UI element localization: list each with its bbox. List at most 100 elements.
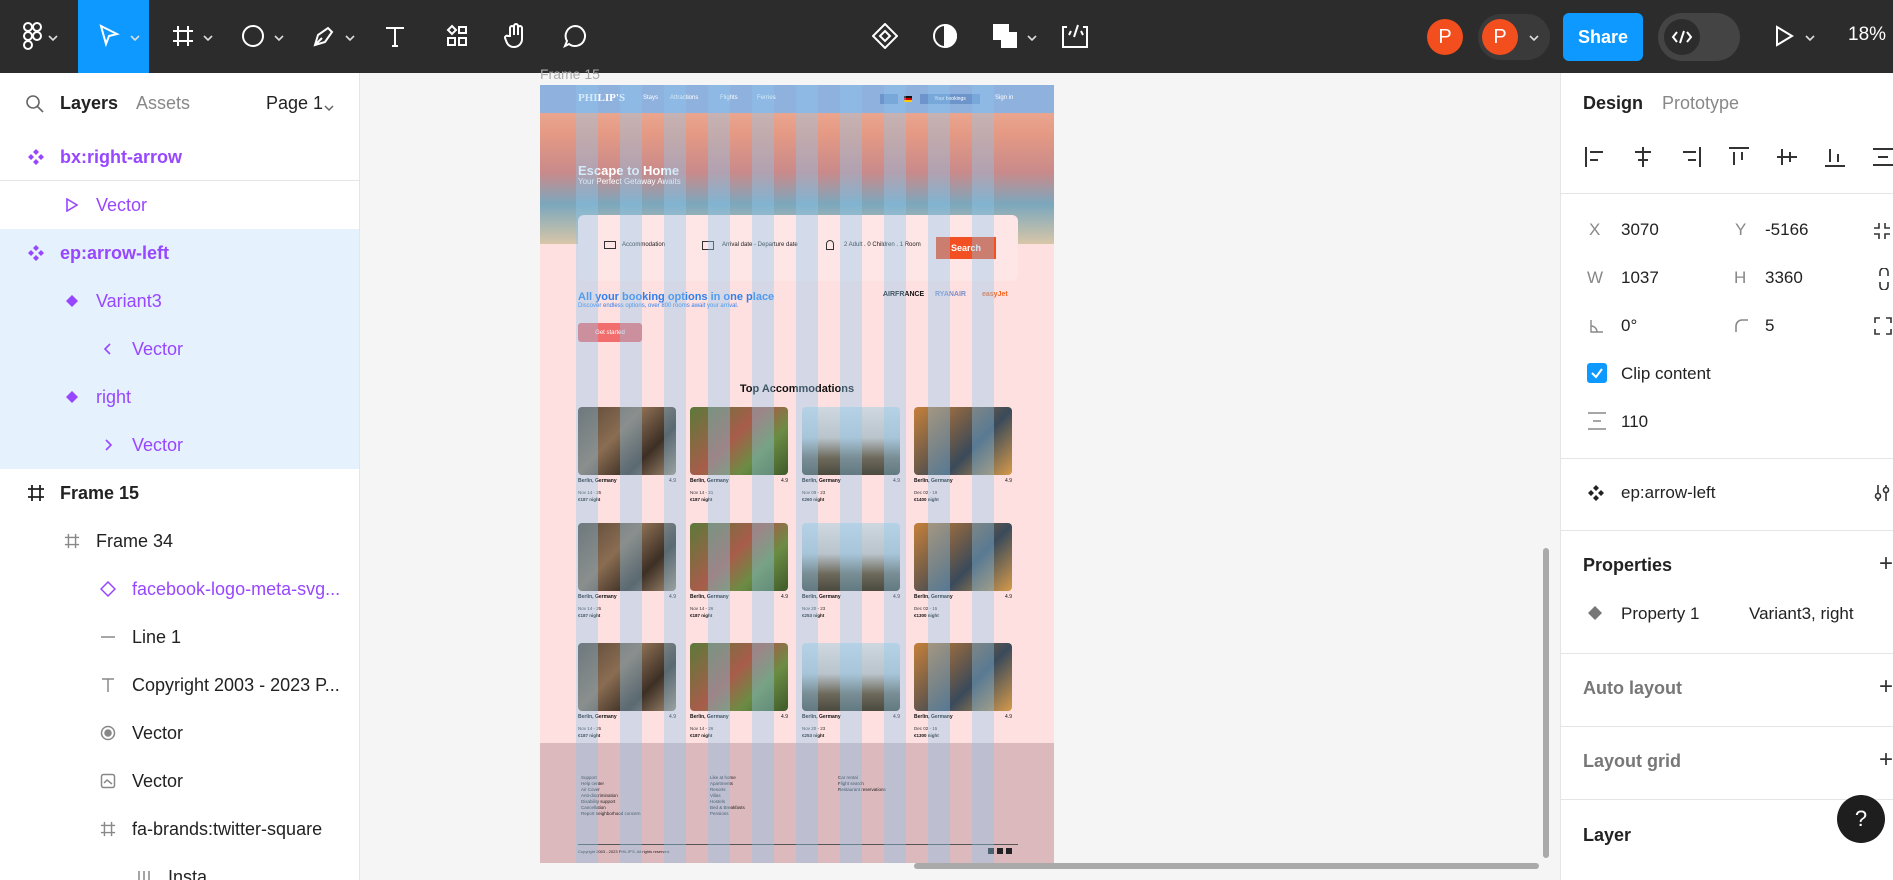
layer-item[interactable]: Vector [0, 181, 359, 229]
y-input[interactable]: -5166 [1765, 220, 1808, 240]
tab-design[interactable]: Design [1583, 93, 1643, 114]
vertical-scrollbar[interactable] [1543, 548, 1549, 858]
add-layout-grid-icon[interactable]: + [1879, 746, 1893, 774]
move-cursor-icon[interactable] [94, 14, 124, 58]
page-selector[interactable]: Page 1 [266, 93, 323, 114]
layer-item[interactable]: facebook-logo-meta-svg... [0, 565, 359, 613]
component-icon [1587, 484, 1605, 507]
hand-tool-icon[interactable] [500, 14, 530, 58]
align-top-icon[interactable] [1727, 145, 1751, 169]
layer-item[interactable]: Vector [0, 325, 359, 373]
layer-item[interactable]: fa-brands:twitter-square [0, 805, 359, 853]
chevron-left-icon [99, 340, 117, 358]
chevron-down-icon[interactable] [1027, 30, 1037, 42]
layer-item[interactable]: Vector [0, 709, 359, 757]
clip-content-checkbox[interactable] [1587, 363, 1607, 383]
frame-icon [63, 532, 81, 550]
frame-icon [99, 820, 117, 838]
share-button[interactable]: Share [1563, 13, 1643, 61]
pen-tool-icon[interactable] [309, 14, 339, 58]
chevron-down-icon[interactable] [130, 30, 140, 42]
spacing-input[interactable]: 110 [1621, 412, 1648, 432]
h-input[interactable]: 3360 [1765, 268, 1803, 288]
constrain-proportions-icon[interactable] [1877, 267, 1891, 295]
frame-name-label[interactable]: Frame 15 [540, 66, 600, 82]
x-input[interactable]: 3070 [1621, 220, 1659, 240]
ellipse-tool-icon[interactable] [238, 14, 268, 58]
text-tool-icon[interactable] [380, 14, 410, 58]
rotation-input[interactable]: 0° [1621, 316, 1637, 336]
collapse-icon[interactable] [1872, 221, 1892, 246]
resources-tool-icon[interactable] [442, 14, 472, 58]
layout-grid-column [620, 85, 642, 863]
chevron-down-icon[interactable] [274, 30, 284, 42]
chevron-down-icon[interactable] [345, 30, 355, 42]
design-frame[interactable]: PHILIP'S Stays Attractions Flights Ferri… [540, 85, 1054, 863]
chevron-down-icon[interactable] [324, 100, 334, 118]
divider [1561, 799, 1893, 800]
component-icon [27, 244, 45, 262]
add-auto-layout-icon[interactable]: + [1879, 673, 1893, 701]
horizontal-scrollbar[interactable] [914, 863, 1539, 869]
divider [1561, 458, 1893, 459]
layer-label: Vector [132, 722, 184, 743]
figma-menu-icon[interactable] [18, 14, 48, 58]
layer-label: Vector [132, 434, 184, 455]
help-button[interactable]: ? [1837, 795, 1885, 843]
tab-prototype[interactable]: Prototype [1662, 93, 1739, 114]
layout-grid-column [928, 85, 950, 863]
layer-item[interactable]: Frame 34 [0, 517, 359, 565]
add-property-icon[interactable]: + [1879, 550, 1893, 578]
signin-link: Sign in [995, 95, 1014, 101]
property-value-select[interactable]: Variant3, right [1749, 604, 1854, 624]
frame-tool-icon[interactable] [168, 14, 198, 58]
dev-mode-toggle[interactable] [1658, 13, 1740, 61]
tab-assets[interactable]: Assets [136, 93, 190, 114]
layer-label: Line 1 [132, 626, 182, 647]
independent-corners-icon[interactable] [1874, 317, 1892, 340]
chevron-down-icon[interactable] [1529, 30, 1539, 42]
align-left-icon[interactable] [1583, 145, 1607, 169]
layer-item[interactable]: Line 1 [0, 613, 359, 661]
layer-item[interactable]: Insta [0, 853, 359, 880]
layout-grid-column [796, 85, 818, 863]
chevron-down-icon[interactable] [48, 30, 58, 42]
property-name: Property 1 [1621, 604, 1700, 623]
layout-grid-column [708, 85, 730, 863]
comment-tool-icon[interactable] [560, 14, 590, 58]
zoom-level[interactable]: 18% [1848, 24, 1886, 46]
layer-item[interactable]: right [0, 373, 359, 421]
layers-tabs: Layers Assets Page 1 [0, 73, 359, 133]
crop-tool-icon[interactable] [1060, 14, 1090, 58]
present-play-icon[interactable] [1772, 14, 1796, 58]
layer-item[interactable]: Frame 15 [0, 469, 359, 517]
align-horizontal-center-icon[interactable] [1631, 145, 1655, 169]
chevron-right-icon [99, 436, 117, 454]
layer-item[interactable]: bx:right-arrow [0, 133, 359, 181]
chevron-down-icon[interactable] [203, 30, 213, 42]
align-right-icon[interactable] [1679, 145, 1703, 169]
adjust-icon[interactable] [1872, 483, 1892, 508]
w-input[interactable]: 1037 [1621, 268, 1659, 288]
search-icon[interactable] [26, 95, 44, 118]
corner-radius-input[interactable]: 5 [1765, 316, 1774, 336]
user-avatar[interactable]: P [1427, 19, 1463, 55]
layer-item[interactable]: Variant3 [0, 277, 359, 325]
component-name[interactable]: ep:arrow-left [1621, 483, 1715, 503]
tab-layers[interactable]: Layers [60, 93, 118, 114]
layer-item[interactable]: Vector [0, 421, 359, 469]
layer-item[interactable]: Copyright 2003 - 2023 P... [0, 661, 359, 709]
layer-item-selected[interactable]: ep:arrow-left [0, 229, 359, 277]
bed-icon [604, 241, 616, 249]
boolean-tool-icon[interactable] [990, 14, 1020, 58]
mask-tool-icon[interactable] [930, 14, 960, 58]
align-bottom-icon[interactable] [1823, 145, 1847, 169]
vector-image-icon [99, 772, 117, 790]
layout-grid-title: Layout grid [1583, 751, 1681, 771]
user-avatar-self[interactable]: P [1482, 19, 1518, 55]
chevron-down-icon[interactable] [1805, 30, 1815, 42]
layer-item[interactable]: Vector [0, 757, 359, 805]
distribute-icon[interactable] [1871, 145, 1893, 169]
align-vertical-center-icon[interactable] [1775, 145, 1799, 169]
component-tool-icon[interactable] [870, 14, 900, 58]
